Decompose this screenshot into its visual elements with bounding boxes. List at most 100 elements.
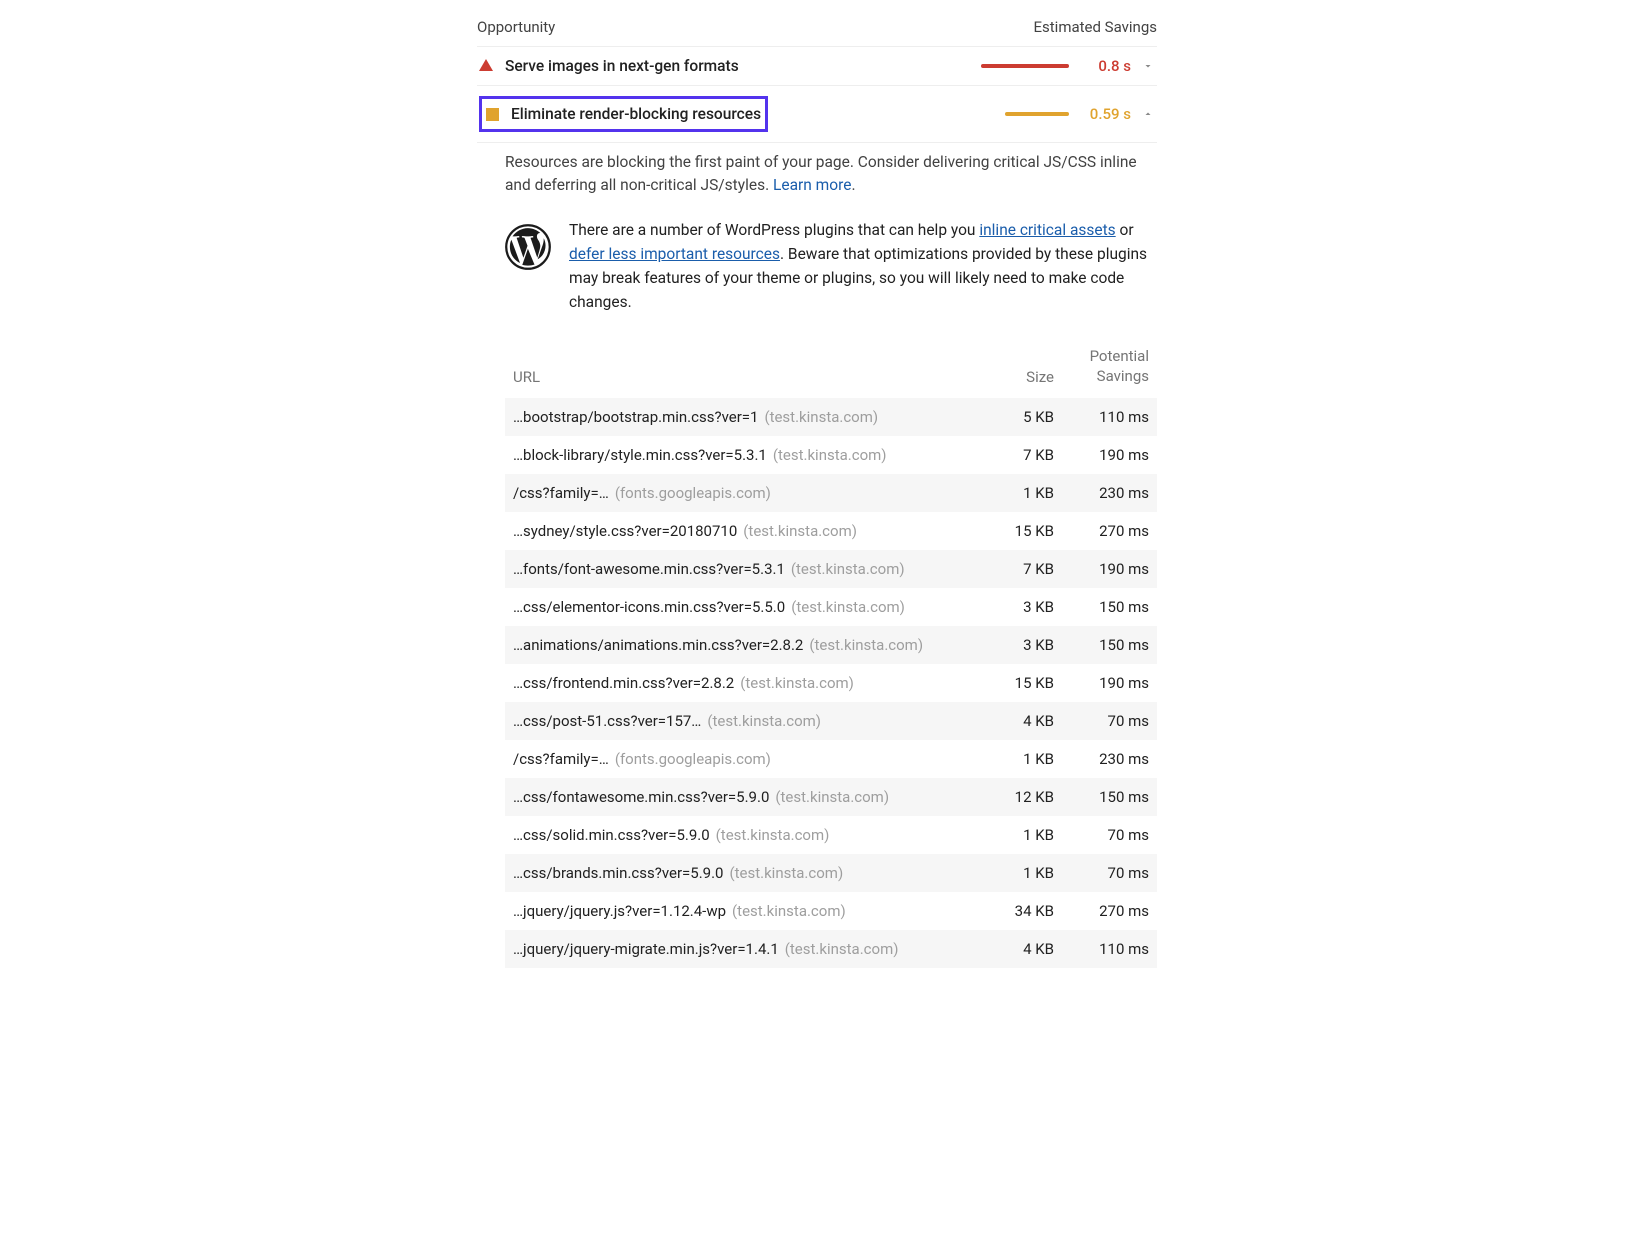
audit-description: Resources are blocking the first paint o…: [477, 143, 1157, 210]
savings-cell: 190 ms: [1054, 674, 1149, 692]
size-cell: 4 KB: [959, 940, 1054, 958]
highlight-box: Eliminate render-blocking resources: [479, 96, 768, 132]
savings-cell: 190 ms: [1054, 560, 1149, 578]
table-row: …fonts/font-awesome.min.css?ver=5.3.1 (te…: [505, 550, 1157, 588]
savings-cell: 230 ms: [1054, 750, 1149, 768]
col-url: URL: [513, 368, 959, 386]
savings-cell: 110 ms: [1054, 408, 1149, 426]
wp-text-part: There are a number of WordPress plugins …: [569, 221, 979, 239]
url-cell: …jquery/jquery.js?ver=1.12.4-wp (test.kin…: [513, 902, 959, 920]
savings-cell: 70 ms: [1054, 864, 1149, 882]
size-cell: 34 KB: [959, 902, 1054, 920]
url-path: /css?family=…: [513, 750, 609, 768]
url-path: …css/fontawesome.min.css?ver=5.9.0: [513, 788, 769, 806]
url-path: …css/frontend.min.css?ver=2.8.2: [513, 674, 734, 692]
url-host: (test.kinsta.com): [791, 598, 905, 616]
defer-resources-link[interactable]: defer less important resources: [569, 245, 780, 263]
col-savings-1: Potential: [1090, 347, 1149, 365]
url-cell: …css/brands.min.css?ver=5.9.0(test.kinst…: [513, 864, 959, 882]
audit-row-images[interactable]: Serve images in next-gen formats 0.8 s: [477, 47, 1157, 86]
url-path: …css/solid.min.css?ver=5.9.0: [513, 826, 710, 844]
warning-square-icon: [486, 108, 499, 121]
inline-assets-link[interactable]: inline critical assets: [979, 221, 1115, 239]
col-savings-2: Savings: [1097, 367, 1149, 385]
savings-cell: 270 ms: [1054, 902, 1149, 920]
url-host: (test.kinsta.com): [791, 560, 905, 578]
size-cell: 15 KB: [959, 674, 1054, 692]
url-cell: …css/elementor-icons.min.css?ver=5.5.0(t…: [513, 598, 959, 616]
table-row: …bootstrap/bootstrap.min.css?ver=1 (test.…: [505, 398, 1157, 436]
url-path: …jquery/jquery-migrate.min.js?ver=1.4.1: [513, 940, 779, 958]
savings-cell: 70 ms: [1054, 826, 1149, 844]
size-cell: 1 KB: [959, 826, 1054, 844]
table-row: …block-library/style.min.css?ver=5.3.1(t…: [505, 436, 1157, 474]
size-cell: 4 KB: [959, 712, 1054, 730]
size-cell: 7 KB: [959, 446, 1054, 464]
url-host: (test.kinsta.com): [743, 522, 857, 540]
table-row: …css/frontend.min.css?ver=2.8.2(test.kin…: [505, 664, 1157, 702]
table-row: …sydney/style.css?ver=20180710 (test.kins…: [505, 512, 1157, 550]
table-row: …css/solid.min.css?ver=5.9.0 (test.kinsta…: [505, 816, 1157, 854]
table-row: /css?family=… (fonts.googleapis.com) 1 KB2…: [505, 740, 1157, 778]
url-host: (test.kinsta.com): [785, 940, 899, 958]
table-row: …css/post-51.css?ver=157…(test.kinsta.co…: [505, 702, 1157, 740]
table-row: …jquery/jquery-migrate.min.js?ver=1.4.1 (…: [505, 930, 1157, 968]
size-cell: 12 KB: [959, 788, 1054, 806]
size-cell: 5 KB: [959, 408, 1054, 426]
url-path: …fonts/font-awesome.min.css?ver=5.3.1: [513, 560, 785, 578]
wordpress-icon: [505, 224, 551, 270]
url-path: …block-library/style.min.css?ver=5.3.1: [513, 446, 767, 464]
url-host: (test.kinsta.com): [809, 636, 923, 654]
chevron-up-icon: [1141, 107, 1155, 121]
url-host: (fonts.googleapis.com): [615, 484, 771, 502]
savings-bar: [981, 64, 1069, 68]
learn-more-link[interactable]: Learn more: [773, 176, 851, 194]
url-cell: /css?family=… (fonts.googleapis.com): [513, 484, 959, 502]
url-path: …bootstrap/bootstrap.min.css?ver=1: [513, 408, 758, 426]
size-cell: 7 KB: [959, 560, 1054, 578]
size-cell: 3 KB: [959, 636, 1054, 654]
audits-header: Opportunity Estimated Savings: [477, 12, 1157, 47]
col-savings: Potential Savings: [1054, 346, 1149, 387]
table-row: …css/fontawesome.min.css?ver=5.9.0 (test.…: [505, 778, 1157, 816]
size-cell: 1 KB: [959, 484, 1054, 502]
savings-value: 0.59 s: [1083, 105, 1131, 123]
url-path: …animations/animations.min.css?ver=2.8.2: [513, 636, 803, 654]
savings-cell: 70 ms: [1054, 712, 1149, 730]
url-path: …jquery/jquery.js?ver=1.12.4-wp: [513, 902, 726, 920]
table-header: URL Size Potential Savings: [505, 332, 1157, 399]
audit-row-render-blocking[interactable]: Eliminate render-blocking resources 0.59…: [477, 86, 1157, 143]
url-cell: …sydney/style.css?ver=20180710 (test.kins…: [513, 522, 959, 540]
url-cell: …css/post-51.css?ver=157…(test.kinsta.co…: [513, 712, 959, 730]
table-row: …jquery/jquery.js?ver=1.12.4-wp (test.kin…: [505, 892, 1157, 930]
wordpress-suggestion: There are a number of WordPress plugins …: [477, 210, 1157, 332]
url-cell: …jquery/jquery-migrate.min.js?ver=1.4.1 (…: [513, 940, 959, 958]
url-cell: …bootstrap/bootstrap.min.css?ver=1 (test.…: [513, 408, 959, 426]
chevron-down-icon: [1141, 59, 1155, 73]
url-host: (test.kinsta.com): [707, 712, 821, 730]
savings-cell: 150 ms: [1054, 788, 1149, 806]
size-cell: 1 KB: [959, 750, 1054, 768]
url-path: …sydney/style.css?ver=20180710: [513, 522, 737, 540]
savings-cell: 190 ms: [1054, 446, 1149, 464]
url-cell: …fonts/font-awesome.min.css?ver=5.3.1 (te…: [513, 560, 959, 578]
table-row: …animations/animations.min.css?ver=2.8.2…: [505, 626, 1157, 664]
savings-cell: 110 ms: [1054, 940, 1149, 958]
url-cell: …css/frontend.min.css?ver=2.8.2(test.kin…: [513, 674, 959, 692]
size-cell: 1 KB: [959, 864, 1054, 882]
url-cell: …block-library/style.min.css?ver=5.3.1(t…: [513, 446, 959, 464]
url-path: /css?family=…: [513, 484, 609, 502]
url-host: (test.kinsta.com): [716, 826, 830, 844]
wordpress-text: There are a number of WordPress plugins …: [569, 218, 1157, 314]
url-host: (test.kinsta.com): [775, 788, 889, 806]
savings-cell: 150 ms: [1054, 598, 1149, 616]
savings-cell: 270 ms: [1054, 522, 1149, 540]
url-cell: /css?family=… (fonts.googleapis.com): [513, 750, 959, 768]
url-host: (test.kinsta.com): [732, 902, 846, 920]
url-host: (test.kinsta.com): [764, 408, 878, 426]
url-host: (fonts.googleapis.com): [615, 750, 771, 768]
header-opportunity: Opportunity: [477, 18, 555, 36]
table-row: …css/elementor-icons.min.css?ver=5.5.0(t…: [505, 588, 1157, 626]
url-cell: …css/solid.min.css?ver=5.9.0 (test.kinsta…: [513, 826, 959, 844]
savings-cell: 230 ms: [1054, 484, 1149, 502]
